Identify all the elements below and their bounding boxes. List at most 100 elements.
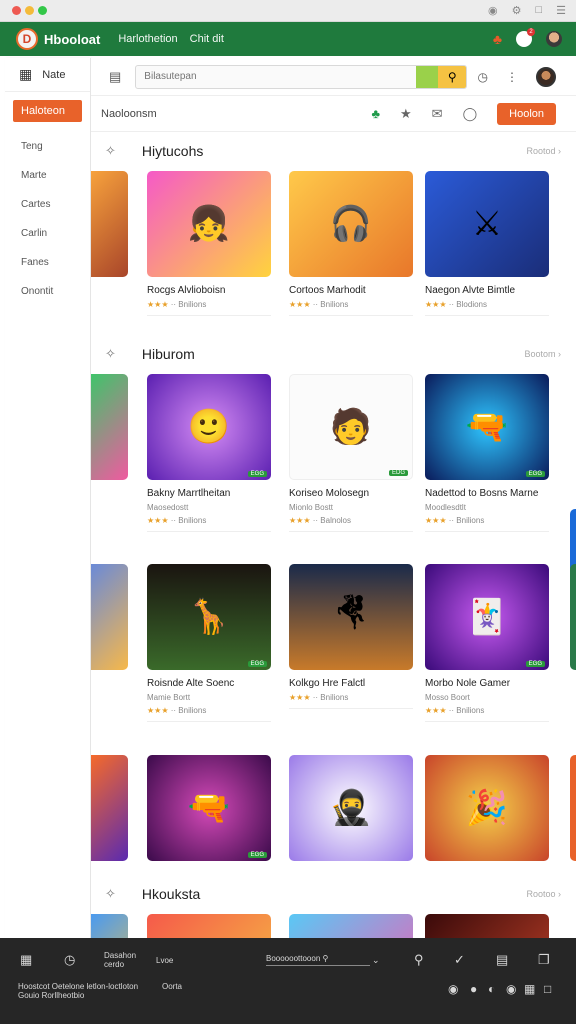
game-thumbnail[interactable]: 🎉 (425, 755, 549, 861)
section-more-link[interactable]: Rootod › (526, 146, 561, 156)
primary-action-button[interactable]: Hoolon (497, 102, 556, 125)
grid-icon[interactable]: ▦ (524, 982, 535, 996)
peek-card[interactable] (91, 374, 128, 480)
circle-icon[interactable]: ◉ (506, 982, 516, 996)
game-card[interactable] (147, 914, 271, 938)
file-icon[interactable]: ▤ (496, 952, 508, 968)
peek-card-right[interactable] (570, 564, 576, 670)
sidebar-item[interactable]: Fanes (5, 248, 90, 277)
circle-icon[interactable]: ◐ (488, 982, 495, 996)
chevron-down-icon[interactable]: ⌄ (372, 955, 380, 966)
game-title[interactable]: Morbo Nole Gamer (425, 678, 549, 689)
close-window-button[interactable] (12, 6, 21, 15)
game-card[interactable]: 🦒 EGG Roisnde Alte Soenc Mamie Bortt ★★★ … (147, 564, 271, 722)
game-thumbnail[interactable]: 🎧 (289, 171, 413, 277)
game-thumbnail[interactable]: 🔫 EGG (147, 755, 271, 861)
game-card[interactable]: 🎉 (425, 755, 549, 861)
circle-icon[interactable]: ● (470, 982, 477, 996)
game-thumbnail[interactable] (147, 914, 271, 938)
game-thumbnail[interactable]: 🔫 EGG (425, 374, 549, 480)
check-icon[interactable]: ✓ (454, 952, 465, 968)
game-card[interactable]: 🔫 EGG Nadettod to Bosns Marne Moodlesdtlt… (425, 374, 549, 532)
game-card[interactable]: 👧 Rocgs Alvlioboisn ★★★ ·· Bnilions (147, 171, 271, 316)
game-thumbnail[interactable]: 👧 (147, 171, 271, 277)
sidebar-item[interactable]: Carlin (5, 219, 90, 248)
game-meta: ★★★ ·· Bnilions (425, 516, 485, 525)
game-title[interactable]: Naegon Alvte Bimtle (425, 285, 549, 296)
folder-icon[interactable]: ▤ (109, 69, 121, 85)
taskbar-item[interactable]: Dasahon cerdo (104, 951, 136, 969)
peek-card[interactable] (91, 914, 128, 938)
chat-icon[interactable]: ✉ (432, 106, 443, 122)
peek-card[interactable] (91, 564, 128, 670)
clock-icon[interactable]: ◷ (64, 952, 75, 968)
filter-icon[interactable]: ★ (400, 106, 412, 122)
game-thumbnail[interactable]: 🧑 EDG (289, 374, 413, 480)
taskbar-item[interactable]: Lvoe (156, 956, 173, 965)
game-thumbnail[interactable]: 🙂 EGG (147, 374, 271, 480)
tree-icon[interactable]: ♣ (371, 106, 380, 121)
sidebar-item[interactable]: Onontit (5, 277, 90, 306)
section-header: ✧ Hiytucohs Rootod › (91, 137, 561, 165)
copy-icon[interactable]: ❐ (538, 952, 550, 968)
top-toolbar: ▤ ⚲ ◷ ⋮ (91, 58, 576, 96)
sidebar-item[interactable]: Cartes (5, 190, 90, 219)
minimize-window-button[interactable] (25, 6, 34, 15)
header-menu-item[interactable]: Harlothetion (118, 33, 177, 45)
game-card[interactable] (289, 914, 413, 938)
settings-icon[interactable]: ⚙ (512, 4, 522, 17)
game-title[interactable]: Nadettod to Bosns Marne (425, 488, 549, 499)
maximize-window-button[interactable] (38, 6, 47, 15)
notification-icon[interactable]: 2 (516, 28, 535, 47)
filter-button[interactable] (416, 65, 439, 88)
game-thumbnail[interactable] (289, 914, 413, 938)
section-more-link[interactable]: Rootoo › (526, 889, 561, 899)
search-icon[interactable]: ⚲ (414, 952, 424, 968)
game-title[interactable]: Koriseo Molosegn (289, 488, 413, 499)
more-icon[interactable]: ⋮ (506, 70, 518, 84)
profile-avatar[interactable] (546, 31, 562, 47)
mushroom-icon[interactable]: ♣ (493, 31, 502, 47)
game-card[interactable] (425, 914, 549, 938)
menu-icon[interactable]: ☰ (556, 4, 566, 17)
header-menu-item[interactable]: Chit dit (190, 33, 224, 45)
peek-card[interactable] (91, 755, 128, 861)
game-thumbnail[interactable]: 🥷 (289, 755, 413, 861)
game-title[interactable]: Rocgs Alvlioboisn (147, 285, 271, 296)
search-input[interactable] (136, 71, 417, 82)
game-title[interactable]: Cortoos Marhodit (289, 285, 413, 296)
game-title[interactable]: Bakny Marrtlheitan (147, 488, 271, 499)
sidebar-header[interactable]: ▦ Nate (5, 58, 90, 92)
game-card[interactable]: 🔫 EGG (147, 755, 271, 861)
search-icon[interactable]: ⚲ (438, 65, 467, 88)
peek-card[interactable] (91, 171, 128, 277)
sidebar-item[interactable]: Marte (5, 161, 90, 190)
share-icon[interactable]: □ (535, 4, 542, 17)
game-card[interactable]: 🎧 Cortoos Marhodit ★★★ ·· Bnilions (289, 171, 413, 316)
game-thumbnail[interactable] (425, 914, 549, 938)
game-card[interactable]: 🧑 EDG Koriseo Molosegn Mionlo Bostt ★★★ ·… (289, 374, 413, 532)
game-thumbnail[interactable]: ⚔ (425, 171, 549, 277)
logo-icon[interactable]: D (16, 28, 38, 50)
taskbar-search[interactable]: Boooooottooon ⚲ (266, 954, 370, 966)
peek-card-right[interactable] (570, 755, 576, 861)
game-thumbnail[interactable]: 🃏 EGG (425, 564, 549, 670)
game-card[interactable]: ⚔ Naegon Alvte Bimtle ★★★ ·· Blodions (425, 171, 549, 316)
square-icon[interactable]: □ (544, 982, 551, 996)
game-card[interactable]: 🃏 EGG Morbo Nole Gamer Mosso Boort ★★★ ··… (425, 564, 549, 722)
power-icon[interactable]: ◯ (463, 106, 478, 122)
sidebar-item[interactable]: Teng (5, 132, 90, 161)
game-thumbnail[interactable]: 🦒 EGG (147, 564, 271, 670)
start-grid-icon[interactable]: ▦ (20, 952, 32, 968)
sidebar-item-active[interactable]: Haloteon (13, 100, 82, 122)
section-more-link[interactable]: Bootom › (524, 349, 561, 359)
game-title[interactable]: Roisnde Alte Soenc (147, 678, 271, 689)
game-title[interactable]: Kolkgo Hre Falctl (289, 678, 413, 689)
user-avatar[interactable] (536, 66, 556, 87)
game-card[interactable]: 🙂 EGG Bakny Marrtlheitan Maosedostt ★★★ ·… (147, 374, 271, 532)
game-card[interactable]: 🤻 Kolkgo Hre Falctl ★★★ ·· Bnilions (289, 564, 413, 709)
globe-icon[interactable]: ◉ (448, 982, 458, 996)
game-card[interactable]: 🥷 (289, 755, 413, 861)
clock-icon[interactable]: ◷ (478, 70, 488, 84)
game-thumbnail[interactable]: 🤻 (289, 564, 413, 670)
